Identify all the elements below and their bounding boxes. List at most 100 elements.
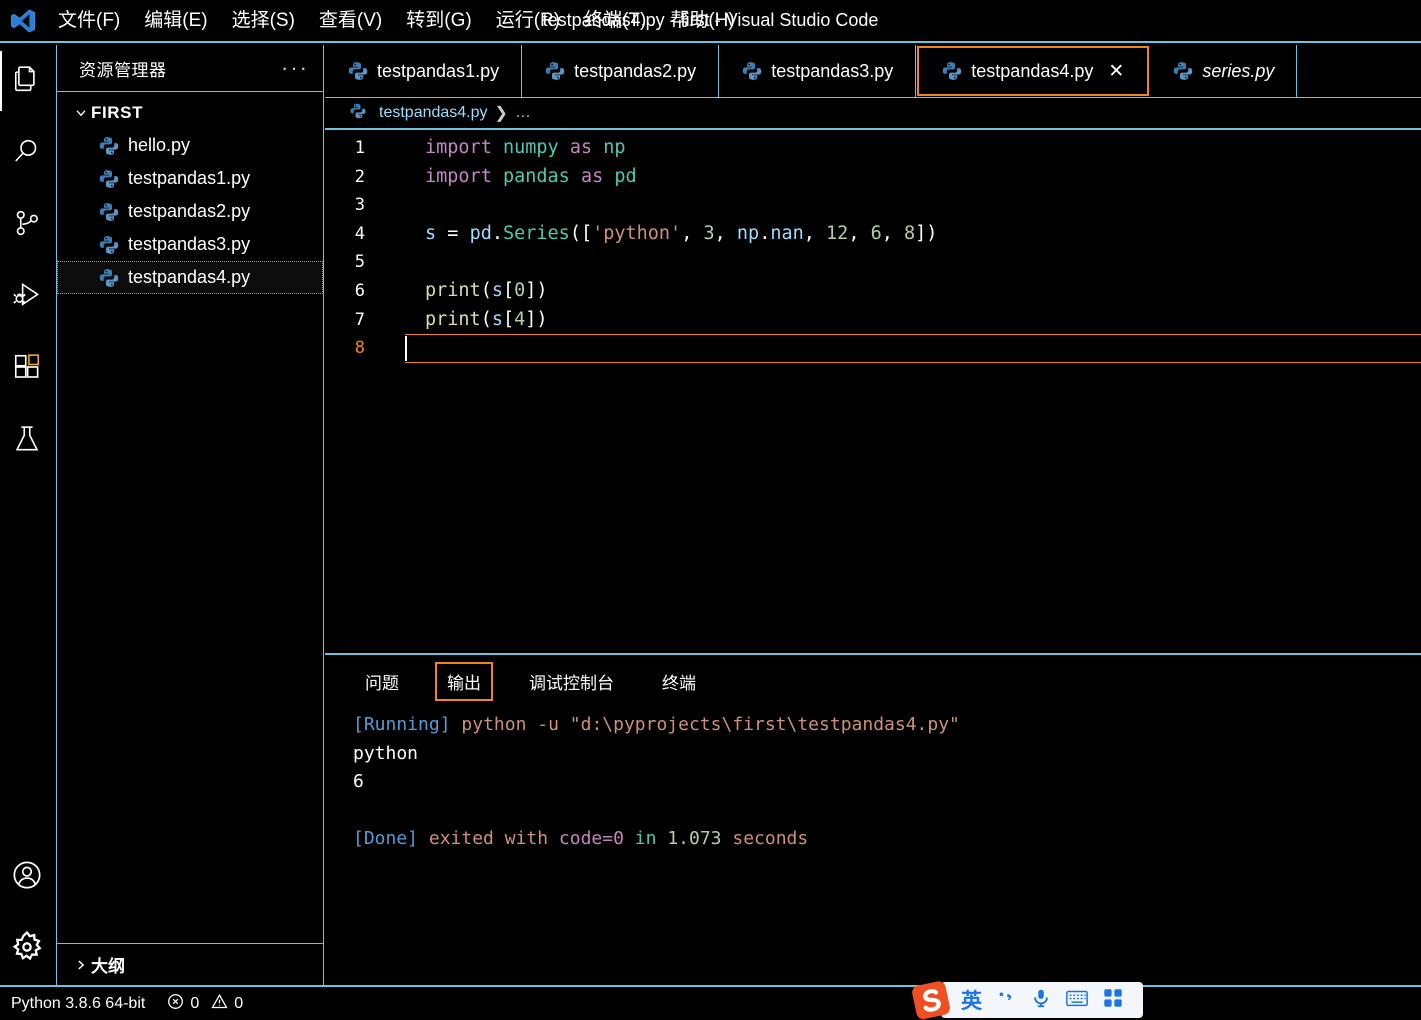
tree-file-label: testpandas3.py [128, 234, 251, 254]
code-token: [ [502, 279, 515, 301]
output-console[interactable]: [Running] python -u "d:\pyprojects\first… [325, 707, 1421, 985]
text-cursor [405, 336, 407, 362]
status-bar: Python 3.8.6 64-bit 0 0 [0, 985, 1421, 1020]
code-line[interactable]: 8 [325, 334, 1421, 363]
tree-file-label: hello.py [128, 135, 191, 155]
code-line[interactable]: 4s = pd.Series(['python', 3, np.nan, 12,… [325, 220, 1421, 249]
code-token: pd [469, 222, 492, 244]
sidebar-header: 资源管理器 ··· [57, 45, 323, 92]
code-line[interactable]: 2 import pandas as pd [325, 163, 1421, 192]
tab-testpandas4[interactable]: testpandas4.py ✕ [917, 46, 1150, 96]
ime-mode-label[interactable]: 英 [961, 985, 982, 1015]
code-token: = [436, 222, 470, 244]
output-token [451, 714, 462, 735]
tab-testpandas2[interactable]: testpandas2.py [522, 45, 720, 97]
status-python-label: Python 3.8.6 64-bit [11, 994, 146, 1012]
status-python-version[interactable]: Python 3.8.6 64-bit [0, 986, 156, 1020]
activity-account[interactable] [0, 841, 55, 913]
tree-root-first[interactable]: FIRST [57, 96, 323, 129]
code-line[interactable]: 7 print(s[4]) [325, 306, 1421, 335]
tab-label: testpandas3.py [771, 60, 894, 81]
search-icon [12, 136, 42, 171]
menu-edit[interactable]: 编辑(E) [132, 0, 219, 42]
menu-terminal[interactable]: 终端(T) [572, 0, 658, 42]
menu-help[interactable]: 帮助(H) [658, 0, 746, 42]
line-number: 2 [354, 166, 365, 187]
activity-search[interactable] [0, 117, 55, 189]
code-token: pd [614, 165, 637, 187]
breadcrumb-file[interactable]: testpandas4.py [379, 104, 488, 122]
code-token: s [425, 222, 437, 244]
sidebar-more-actions-icon[interactable]: ··· [281, 57, 309, 79]
menu-selection[interactable]: 选择(S) [220, 0, 307, 42]
tree-file-label: testpandas1.py [128, 168, 251, 188]
apps-grid-icon[interactable] [1102, 987, 1124, 1014]
code-line[interactable]: 5 [325, 248, 1421, 277]
tree-file-testpandas1[interactable]: testpandas1.py [57, 162, 323, 195]
code-token: as [569, 137, 593, 158]
menu-file[interactable]: 文件(F) [46, 0, 132, 42]
tree-file-testpandas2[interactable]: testpandas2.py [57, 195, 323, 228]
tab-testpandas1[interactable]: testpandas1.py [325, 45, 523, 97]
panel-tab-debug-console[interactable]: 调试控制台 [517, 662, 626, 701]
activity-extensions[interactable] [0, 333, 55, 405]
panel-tab-problems[interactable]: 问题 [353, 662, 411, 701]
python-file-icon [98, 168, 120, 190]
activity-settings[interactable] [0, 913, 55, 985]
code-editor[interactable]: 1 import numpy as np 2 import pandas as pd 3… [325, 130, 1421, 653]
close-icon[interactable]: ✕ [1107, 60, 1125, 83]
panel-tab-terminal[interactable]: 终端 [650, 662, 708, 701]
keyboard-icon[interactable] [1065, 987, 1089, 1014]
python-file-icon [544, 60, 566, 82]
code-token: pandas [502, 165, 570, 187]
breadcrumb: testpandas4.py ❯ … [325, 98, 1421, 130]
tree-file-testpandas3[interactable]: testpandas3.py [57, 228, 323, 261]
status-problems[interactable]: 0 0 [156, 986, 254, 1020]
panel-tab-output[interactable]: 输出 [435, 661, 493, 701]
code-token: print [425, 308, 481, 330]
line-number: 5 [354, 252, 365, 273]
python-file-icon [941, 60, 963, 82]
breadcrumb-ellipsis[interactable]: … [515, 104, 531, 122]
code-token: [ [502, 308, 515, 330]
code-token: , [803, 222, 827, 244]
punctuation-icon[interactable] [995, 987, 1017, 1014]
sogou-logo-icon[interactable] [906, 980, 958, 1020]
code-token: 3 [703, 222, 715, 244]
code-line[interactable]: 6 print(s[0]) [325, 277, 1421, 306]
menu-view[interactable]: 查看(V) [307, 0, 394, 42]
editor-tab-bar: testpandas1.py testpandas2.py testpandas… [325, 45, 1421, 98]
code-text: s = pd.Series(['python', 3, np.nan, 12, … [383, 220, 937, 249]
output-token [418, 828, 429, 849]
output-token: seconds [732, 828, 809, 849]
code-token: s [491, 308, 503, 330]
code-line[interactable]: 3 [325, 191, 1421, 220]
code-token: s [491, 279, 503, 301]
python-file-icon [98, 135, 120, 157]
code-token: , [714, 222, 737, 244]
code-line[interactable]: 1 import numpy as np [325, 134, 1421, 163]
activity-explorer[interactable] [0, 45, 55, 117]
tab-series[interactable]: series.py [1150, 45, 1298, 97]
activity-run-debug[interactable] [0, 261, 55, 333]
tree-file-label: testpandas2.py [128, 201, 251, 221]
line-number: 6 [354, 280, 365, 301]
menu-run[interactable]: 运行(R) [484, 0, 572, 42]
outline-section[interactable]: 大纲 [57, 943, 323, 985]
output-token: exited with [428, 828, 559, 849]
output-token: 1.073 [667, 828, 722, 849]
testing-flask-icon [12, 424, 42, 459]
tab-testpandas3[interactable]: testpandas3.py [719, 45, 917, 97]
microphone-icon[interactable] [1030, 987, 1052, 1014]
code-text [405, 334, 1421, 363]
activity-testing[interactable] [0, 405, 55, 477]
tree-file-hello[interactable]: hello.py [57, 129, 323, 162]
activity-source-control[interactable] [0, 189, 55, 261]
bottom-panel: 问题 输出 调试控制台 终端 [Running] python -u "d:\p… [325, 653, 1421, 985]
line-number: 3 [354, 195, 365, 216]
tree-file-testpandas4[interactable]: testpandas4.py [57, 261, 323, 294]
menu-go[interactable]: 转到(G) [394, 0, 483, 42]
output-token: [Done] [353, 828, 419, 849]
